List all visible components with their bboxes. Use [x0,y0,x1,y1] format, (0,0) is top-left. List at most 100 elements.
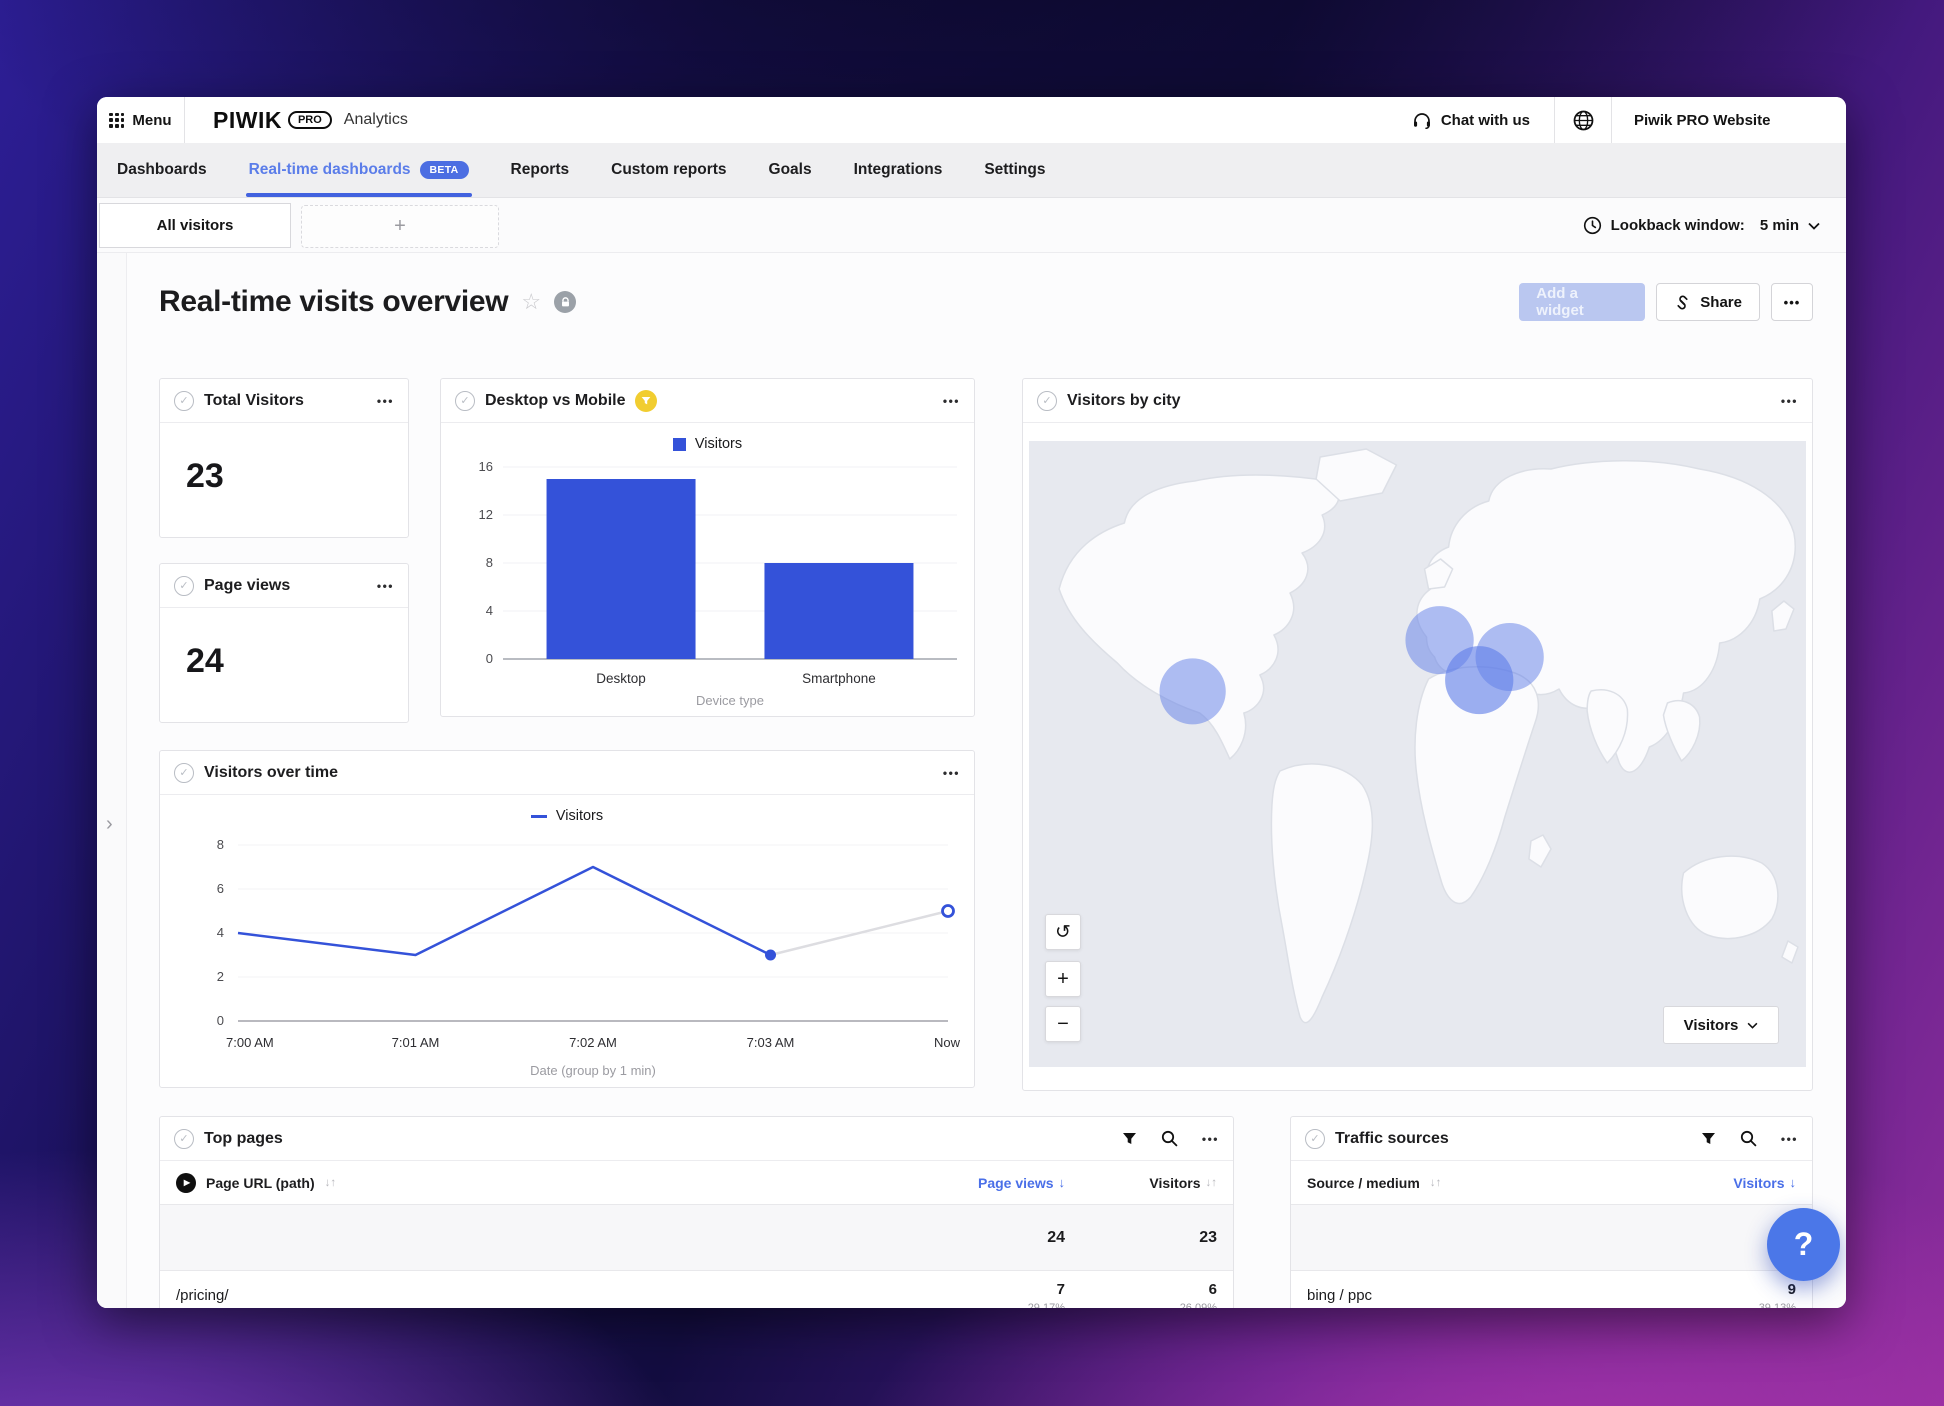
add-dashboard-tab-button[interactable]: + [301,205,499,248]
nav-custom-reports[interactable]: Custom reports [611,143,726,197]
continent-australia [1682,856,1778,938]
traffic-sources-row[interactable]: bing / ppc 9 39.13% [1291,1271,1812,1308]
map-reset-button[interactable]: ↺ [1045,914,1081,950]
widget-more-button[interactable]: ••• [943,394,960,408]
map-zoom-in-button[interactable]: + [1045,961,1081,997]
top-pages-row[interactable]: /pricing/ 7 29.17% 6 26.09% [160,1271,1233,1308]
widget-title: Page views [204,577,290,595]
chat-with-us-button[interactable]: Chat with us [1388,111,1554,129]
site-selector[interactable]: Piwik PRO Website [1612,112,1846,129]
top-pages-header-row: ▶ Page URL (path) ↓↑ Page views ↓ Visito… [160,1161,1233,1205]
col-page-views[interactable]: Page views [978,1175,1054,1191]
col-visitors[interactable]: Visitors [1149,1175,1200,1191]
nav-real-time-dashboards[interactable]: Real-time dashboards BETA [249,143,469,197]
link-icon [1674,294,1691,311]
filter-icon[interactable] [1701,1132,1716,1146]
svg-text:8: 8 [486,555,493,570]
legend-label: Visitors [695,436,742,452]
product-name: Analytics [344,111,408,129]
search-icon[interactable] [1740,1130,1757,1147]
svg-text:8: 8 [217,837,224,852]
svg-text:7:00 AM: 7:00 AM [226,1035,274,1050]
widget-total-visitors: ✓ Total Visitors ••• 23 [159,378,409,538]
widget-title: Total Visitors [204,392,304,410]
widget-top-pages: ✓ Top pages ••• ▶ Page URL (path) ↓↑ Pag… [159,1116,1234,1308]
brand-text: PIWIK [213,107,282,134]
sort-both-icon[interactable]: ↓↑ [1206,1177,1218,1189]
left-rail [97,253,127,1308]
sort-both-icon[interactable]: ↓↑ [1430,1177,1442,1189]
widget-more-button[interactable]: ••• [1202,1132,1219,1146]
world-map[interactable] [1029,441,1806,1067]
help-button[interactable]: ? [1767,1208,1840,1281]
site-globe-button[interactable] [1554,97,1612,143]
main-nav: Dashboards Real-time dashboards BETA Rep… [97,143,1846,198]
search-icon[interactable] [1161,1130,1178,1147]
widget-more-button[interactable]: ••• [1781,1132,1798,1146]
widget-status-check-icon: ✓ [455,391,475,411]
svg-text:6: 6 [217,881,224,896]
sort-down-icon[interactable]: ↓ [1790,1175,1797,1190]
world-map-svg [1029,441,1806,1067]
map-zoom-out-button[interactable]: − [1045,1006,1081,1042]
svg-text:4: 4 [217,925,224,940]
rail-expand-chevron-icon[interactable]: › [106,813,113,836]
line-chart-legend: Visitors [160,795,974,825]
lookback-window-selector[interactable]: Lookback window: 5 min [1583,198,1820,253]
island-new-zealand [1782,941,1798,963]
menu-button[interactable]: Menu [97,97,185,143]
svg-text:7:03 AM: 7:03 AM [747,1035,795,1050]
piwik-pro-logo[interactable]: PIWIK PRO Analytics [213,107,408,134]
page-title-row: Real-time visits overview ☆ [159,285,576,319]
widget-more-button[interactable]: ••• [1781,394,1798,408]
widget-more-button[interactable]: ••• [943,766,960,780]
legend-label: Visitors [556,808,603,824]
favorite-star-icon[interactable]: ☆ [521,289,541,315]
tab-all-visitors[interactable]: All visitors [99,203,291,248]
widget-status-check-icon: ✓ [174,391,194,411]
lookback-label: Lookback window: [1611,217,1745,234]
legend-swatch [673,438,686,451]
lock-badge-icon [554,291,576,313]
nav-reports[interactable]: Reports [511,143,570,197]
metric-value: Visitors [1684,1017,1739,1034]
sort-both-icon[interactable]: ↓↑ [325,1177,337,1189]
source-medium-cell[interactable]: bing / ppc [1307,1281,1656,1308]
widget-status-check-icon: ✓ [174,1129,194,1149]
nav-dashboards[interactable]: Dashboards [117,143,207,197]
col-source-medium[interactable]: Source / medium [1307,1175,1420,1191]
region-se-asia [1663,701,1699,761]
widget-more-button[interactable]: ••• [377,394,394,408]
widget-title: Desktop vs Mobile [485,392,625,410]
grid-menu-icon [109,113,124,128]
nav-integrations[interactable]: Integrations [854,143,943,197]
play-circle-icon[interactable]: ▶ [176,1173,196,1193]
dashboard-tab-row: All visitors + Lookback window: 5 min [97,198,1846,253]
nav-goals[interactable]: Goals [769,143,812,197]
col-page-url[interactable]: Page URL (path) [206,1175,315,1191]
top-pages-totals-row: 24 23 [160,1205,1233,1271]
page-views-value: 7 [913,1281,1065,1298]
widget-title: Top pages [204,1130,283,1148]
widget-more-button[interactable]: ••• [377,579,394,593]
page-more-button[interactable]: ••• [1771,283,1813,321]
page-actions: Add a widget Share ••• [1519,283,1813,321]
visitors-pct: 26.09% [1065,1302,1217,1308]
chat-label: Chat with us [1441,112,1530,129]
map-metric-dropdown[interactable]: Visitors [1663,1006,1779,1044]
page-url-cell[interactable]: /pricing/ [176,1281,913,1308]
widget-status-check-icon: ✓ [174,763,194,783]
page-views-value: 24 [160,608,408,681]
visitors-value: 9 [1656,1281,1796,1298]
totals-page-views: 24 [1047,1229,1065,1247]
filter-icon[interactable] [1122,1132,1137,1146]
col-visitors[interactable]: Visitors [1733,1175,1784,1191]
reset-icon: ↺ [1055,921,1071,944]
filter-applied-badge-icon[interactable] [635,390,657,412]
widget-traffic-sources: ✓ Traffic sources ••• Source / medium ↓↑… [1290,1116,1813,1308]
share-button[interactable]: Share [1656,283,1760,321]
add-widget-button[interactable]: Add a widget [1519,283,1645,321]
svg-text:4: 4 [486,603,493,618]
widget-title: Traffic sources [1335,1130,1449,1148]
nav-settings[interactable]: Settings [984,143,1045,197]
